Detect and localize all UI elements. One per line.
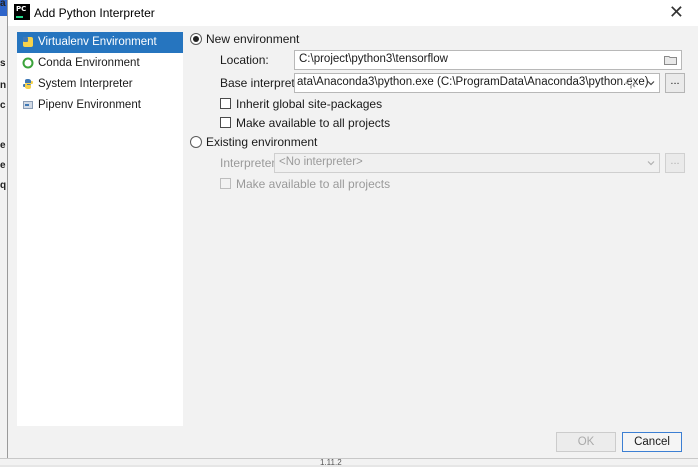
ide-background-bottom: 1.11.2 [0,458,698,467]
pipenv-icon [23,101,33,109]
make-available-label: Make available to all projects [236,116,391,130]
bg-fragment: s [0,58,6,69]
make-available-checkbox[interactable] [220,117,231,128]
sidebar-item-label: System Interpreter [38,78,133,90]
existing-environment-label: Existing environment [206,135,318,149]
bg-fragment: q [0,180,7,191]
sidebar-item-label: Virtualenv Environment [38,36,157,48]
existing-make-available-label: Make available to all projects [236,177,391,191]
ide-background-left: a s n c e e q [0,0,7,465]
interpreter-value: <No interpreter> [279,156,363,168]
bg-fragment: n [0,80,7,91]
environment-form: New environment Location: C:\project\pyt… [188,30,693,426]
new-environment-label: New environment [206,32,300,46]
inherit-site-packages-label: Inherit global site-packages [236,97,383,111]
location-value: C:\project\python3\tensorflow [299,53,448,65]
bg-fragment: c [0,100,6,111]
chevron-down-icon [647,161,655,166]
chevron-down-icon [647,81,655,86]
python-icon [23,79,33,89]
existing-make-available-checkbox[interactable] [220,178,231,189]
pycharm-icon: PC [14,4,30,20]
ok-button[interactable]: OK [556,432,616,452]
inherit-site-packages-checkbox[interactable] [220,98,231,109]
conda-icon [22,57,34,69]
sidebar-item-conda[interactable]: Conda Environment [17,53,183,74]
browse-interpreter-button[interactable]: ... [665,73,685,93]
browse-existing-button[interactable]: ... [665,153,685,173]
bg-fragment: a [0,0,6,9]
base-interpreter-select[interactable]: ata\Anaconda3\python.exe (C:\ProgramData… [294,73,660,93]
title-bar: PC Add Python Interpreter ✕ [8,0,698,26]
sidebar-item-system[interactable]: System Interpreter [17,74,183,95]
existing-environment-radio[interactable] [190,136,202,148]
new-environment-radio[interactable] [190,33,202,45]
cancel-button[interactable]: Cancel [622,432,682,452]
loading-spinner-icon [625,77,637,89]
location-label: Location: [220,53,269,67]
sidebar-item-pipenv[interactable]: Pipenv Environment [17,95,183,116]
close-icon[interactable]: ✕ [669,2,684,23]
sidebar-item-label: Conda Environment [38,57,140,69]
sidebar-item-virtualenv[interactable]: Virtualenv Environment [17,32,183,53]
virtualenv-icon [23,37,33,47]
folder-icon[interactable] [664,55,677,65]
sidebar-item-label: Pipenv Environment [38,99,141,111]
add-interpreter-dialog: PC Add Python Interpreter ✕ Virtualenv E… [7,0,698,458]
base-interpreter-value: ata\Anaconda3\python.exe (C:\ProgramData… [297,76,649,88]
bg-fragment: e [0,160,6,171]
interpreter-label: Interpreter: [220,156,279,170]
bg-fragment: e [0,140,6,151]
bg-version-text: 1.11.2 [320,458,342,467]
location-field[interactable]: C:\project\python3\tensorflow [294,50,682,70]
dialog-title: Add Python Interpreter [34,6,155,20]
environment-type-list: Virtualenv Environment Conda Environment… [17,32,183,426]
interpreter-select[interactable]: <No interpreter> [274,153,660,173]
